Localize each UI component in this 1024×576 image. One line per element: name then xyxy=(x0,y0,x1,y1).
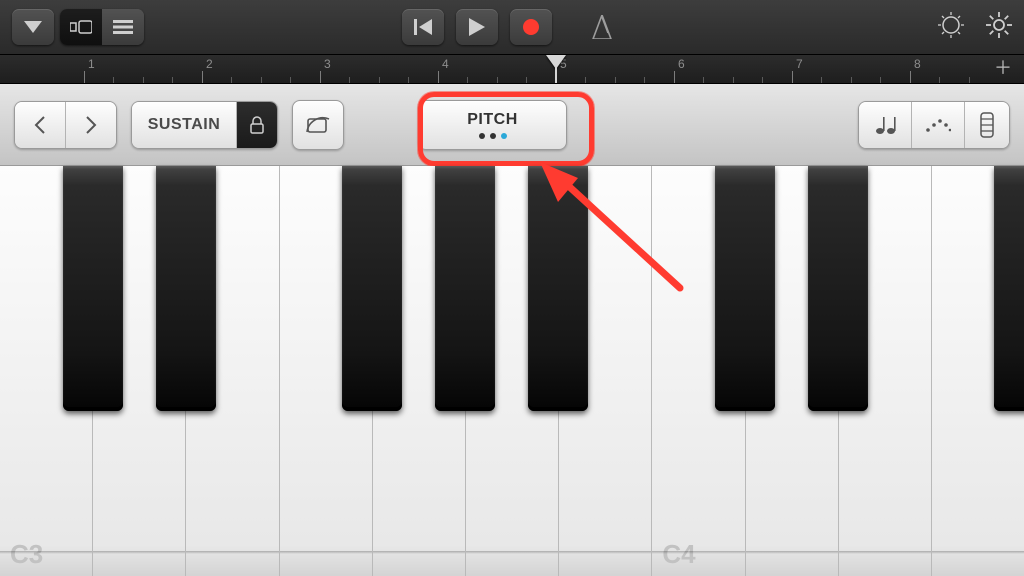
add-section-button[interactable]: ＋ xyxy=(994,59,1012,77)
play-button[interactable] xyxy=(456,9,498,45)
glissando-button[interactable] xyxy=(292,100,344,150)
gear-icon xyxy=(986,12,1012,38)
sustain-group: SUSTAIN xyxy=(131,101,278,149)
pitch-mode-dots xyxy=(479,133,507,139)
arpeggiator-icon xyxy=(925,117,951,133)
sustain-button[interactable]: SUSTAIN xyxy=(132,102,237,148)
timeline-ruler[interactable]: 1 2 3 4 5 6 7 8 // placeholder: ticks dr… xyxy=(0,54,1024,84)
transport-toolbar xyxy=(0,0,1024,54)
octave-shift-group xyxy=(14,101,117,149)
metronome-icon xyxy=(591,15,613,39)
black-key-ds3[interactable] xyxy=(156,166,216,411)
octave-up-button[interactable] xyxy=(66,102,116,148)
rewind-button[interactable] xyxy=(402,9,444,45)
bar-number: 1 xyxy=(88,57,95,71)
mixer-view-button[interactable] xyxy=(102,9,144,45)
master-volume-dial-icon xyxy=(938,12,964,38)
black-key-cs4[interactable] xyxy=(715,166,775,411)
bar-number: 3 xyxy=(324,57,331,71)
plus-icon: ＋ xyxy=(994,58,1012,78)
pitch-label: PITCH xyxy=(467,111,518,129)
note-value-button[interactable] xyxy=(859,102,912,148)
bar-number: 2 xyxy=(206,57,213,71)
black-key-ds4[interactable] xyxy=(808,166,868,411)
note-value-icon xyxy=(873,113,897,137)
play-icon xyxy=(469,18,485,36)
record-icon xyxy=(522,18,540,36)
bar-number: 4 xyxy=(442,57,449,71)
record-button[interactable] xyxy=(510,9,552,45)
keyboard-mode-group xyxy=(858,101,1010,149)
black-key-gs3[interactable] xyxy=(435,166,495,411)
key-label: C4 xyxy=(662,539,695,570)
black-key-cs3[interactable] xyxy=(63,166,123,411)
octave-down-button[interactable] xyxy=(15,102,66,148)
browser-button[interactable] xyxy=(12,9,54,45)
rewind-icon xyxy=(414,19,432,35)
bar-number: 8 xyxy=(914,57,921,71)
tracks-view-icon xyxy=(70,19,92,35)
browser-triangle-icon xyxy=(24,21,42,33)
mixer-view-icon xyxy=(113,20,133,34)
key-label: C3 xyxy=(10,539,43,570)
tracks-view-button[interactable] xyxy=(60,9,102,45)
chevron-right-icon xyxy=(85,116,97,134)
black-key-fs3[interactable] xyxy=(342,166,402,411)
settings-button[interactable] xyxy=(986,12,1012,43)
bar-number: 7 xyxy=(796,57,803,71)
metronome-button[interactable] xyxy=(582,15,622,39)
view-switcher[interactable] xyxy=(60,9,144,45)
black-key-fs4[interactable] xyxy=(994,166,1024,411)
lock-icon xyxy=(250,116,264,134)
playhead-line xyxy=(555,67,557,83)
master-volume-dial[interactable] xyxy=(938,12,964,43)
arpeggiator-button[interactable] xyxy=(912,102,965,148)
glissando-icon xyxy=(305,114,331,136)
piano-keyboard[interactable]: C3 C4 xyxy=(0,166,1024,576)
keyboard-layout-button[interactable] xyxy=(965,102,1009,148)
pitch-mode-button[interactable]: PITCH xyxy=(418,100,567,150)
black-key-as3[interactable] xyxy=(528,166,588,411)
keyboard-toolbar: SUSTAIN PITCH xyxy=(0,84,1024,166)
bar-number: 6 xyxy=(678,57,685,71)
sustain-label: SUSTAIN xyxy=(148,116,221,134)
chevron-left-icon xyxy=(34,116,46,134)
sustain-lock-button[interactable] xyxy=(237,102,277,148)
keyboard-layout-icon xyxy=(980,112,994,138)
